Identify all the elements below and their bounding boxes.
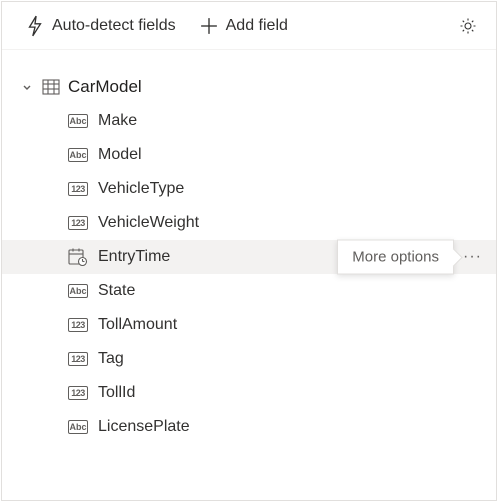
- tooltip-label: More options: [352, 249, 439, 266]
- table-name: CarModel: [68, 77, 142, 97]
- field-row[interactable]: Abc Make: [2, 104, 496, 138]
- field-row[interactable]: 123 VehicleType: [2, 172, 496, 206]
- field-name: State: [98, 282, 135, 300]
- settings-button[interactable]: [452, 10, 484, 42]
- table-icon: [42, 79, 60, 95]
- number-type-icon: 123: [68, 318, 88, 332]
- gear-icon: [458, 16, 478, 36]
- field-name: Tag: [98, 350, 124, 368]
- table-node[interactable]: CarModel: [2, 70, 496, 104]
- add-field-button[interactable]: Add field: [192, 11, 296, 41]
- field-name: Model: [98, 146, 142, 164]
- field-name: TollId: [98, 384, 135, 402]
- field-tree: CarModel AbcMakeAbcModel123VehicleType12…: [2, 50, 496, 444]
- number-type-icon: 123: [68, 182, 88, 196]
- field-row[interactable]: Abc State: [2, 274, 496, 308]
- text-type-icon: Abc: [68, 420, 88, 434]
- more-options-tooltip: More options: [337, 240, 454, 275]
- plus-icon: [200, 17, 218, 35]
- field-name: VehicleWeight: [98, 214, 199, 232]
- field-name: Make: [98, 112, 137, 130]
- lightning-icon: [26, 15, 44, 37]
- datetime-icon: [68, 248, 88, 266]
- text-type-icon: Abc: [68, 148, 88, 162]
- field-row[interactable]: 123 VehicleWeight: [2, 206, 496, 240]
- fields-panel: Auto-detect fields Add field: [1, 1, 497, 501]
- field-name: LicensePlate: [98, 418, 190, 436]
- auto-detect-fields-button[interactable]: Auto-detect fields: [18, 9, 184, 43]
- number-type-icon: 123: [68, 386, 88, 400]
- field-name: VehicleType: [98, 180, 184, 198]
- field-row[interactable]: 123 TollAmount: [2, 308, 496, 342]
- number-type-icon: 123: [68, 352, 88, 366]
- field-name: TollAmount: [98, 316, 177, 334]
- number-type-icon: 123: [68, 216, 88, 230]
- add-field-label: Add field: [226, 17, 288, 35]
- field-name: EntryTime: [98, 248, 170, 266]
- chevron-down-icon: [20, 80, 34, 94]
- auto-detect-label: Auto-detect fields: [52, 17, 176, 35]
- text-type-icon: Abc: [68, 284, 88, 298]
- more-options-button[interactable]: ···: [459, 244, 486, 270]
- toolbar: Auto-detect fields Add field: [2, 2, 496, 50]
- field-row[interactable]: Abc LicensePlate: [2, 410, 496, 444]
- field-row[interactable]: Abc Model: [2, 138, 496, 172]
- text-type-icon: Abc: [68, 114, 88, 128]
- field-row[interactable]: 123 Tag: [2, 342, 496, 376]
- field-row[interactable]: EntryTime More options ···: [2, 240, 496, 274]
- field-list: Abc Make Abc Model 123 VehicleType 123 VehicleW…: [2, 104, 496, 444]
- field-row[interactable]: 123 TollId: [2, 376, 496, 410]
